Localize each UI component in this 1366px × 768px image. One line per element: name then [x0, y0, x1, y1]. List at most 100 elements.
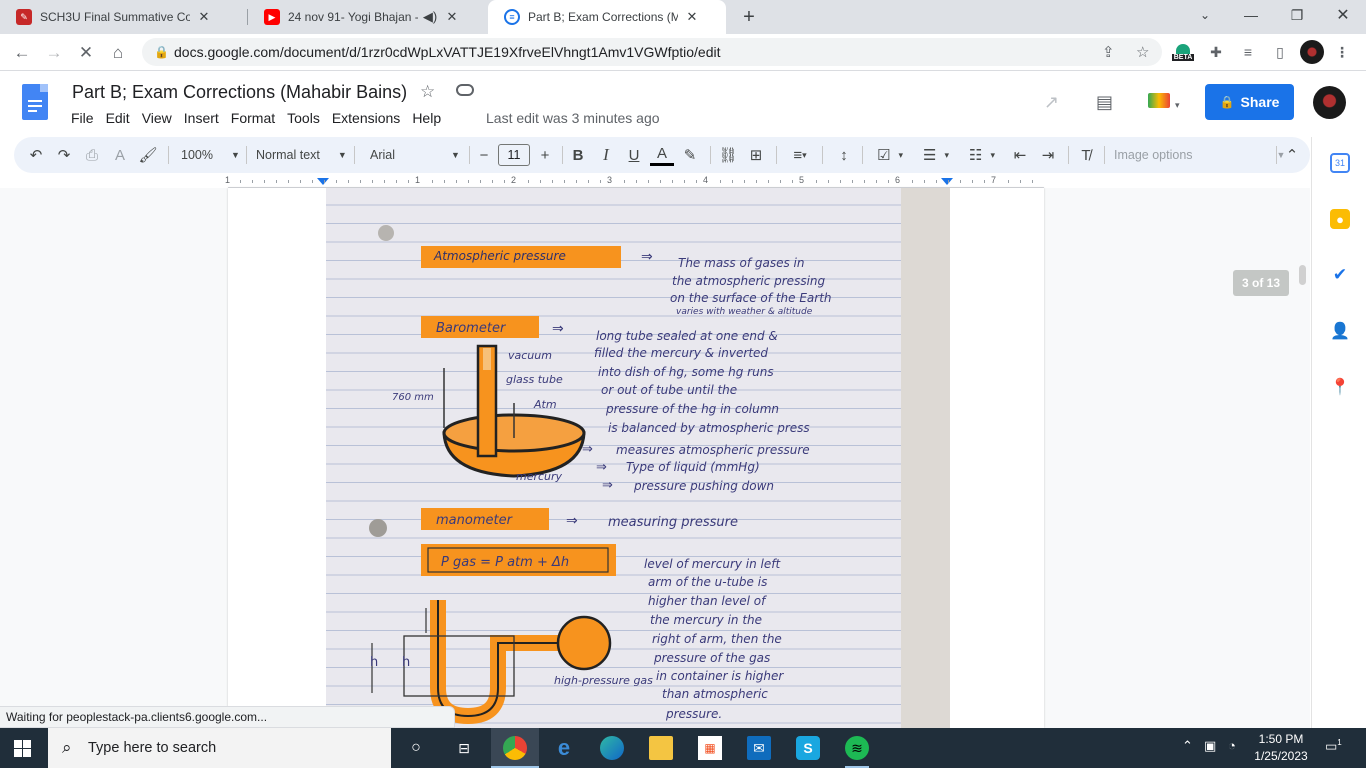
forward-button[interactable]: →: [40, 39, 68, 67]
tasks-icon[interactable]: ✔: [1330, 265, 1350, 285]
undo-icon[interactable]: ↶: [24, 144, 48, 166]
bold-button[interactable]: B: [566, 144, 590, 166]
menu-edit[interactable]: Edit: [106, 110, 130, 126]
chrome-menu-icon[interactable]: ⋮: [1330, 40, 1354, 64]
home-button[interactable]: ⌂: [104, 39, 132, 67]
tab-docs-active[interactable]: ≡ Part B; Exam Corrections (Mahabi ✕: [488, 0, 726, 34]
url-text[interactable]: docs.google.com/document/d/1rzr0cdWpLxVA…: [174, 44, 721, 60]
side-panel-icon[interactable]: ▯: [1268, 40, 1292, 64]
audio-icon[interactable]: ◀): [422, 9, 438, 25]
font-select[interactable]: Arial ▼: [370, 144, 460, 166]
redo-icon[interactable]: ↷: [52, 144, 76, 166]
text-color-button[interactable]: A: [650, 144, 674, 166]
taskbar-search-box[interactable]: ⌕ Type here to search: [48, 728, 391, 768]
new-tab-button[interactable]: +: [737, 5, 761, 29]
ie-taskbar-icon[interactable]: e: [552, 735, 576, 760]
underline-button[interactable]: U: [622, 144, 646, 166]
align-menu-icon[interactable]: ≡ ▾: [784, 144, 816, 166]
clear-formatting-icon[interactable]: T̸: [1074, 144, 1098, 166]
meet-icon[interactable]: ▾: [1148, 92, 1180, 113]
spotify-icon[interactable]: ≋: [845, 736, 869, 760]
decrease-font-size-button[interactable]: −: [474, 144, 494, 166]
menu-format[interactable]: Format: [231, 110, 275, 126]
extensions-puzzle-icon[interactable]: ✚: [1204, 40, 1228, 64]
numbered-list-icon[interactable]: ☷ ▾: [962, 144, 1002, 166]
checklist-icon[interactable]: ☑ ▾: [870, 144, 910, 166]
chrome-taskbar-icon[interactable]: [503, 736, 527, 760]
maps-icon[interactable]: 📍: [1330, 377, 1350, 397]
edge-taskbar-icon[interactable]: [600, 736, 624, 760]
cloud-status-icon[interactable]: [456, 84, 474, 96]
wifi-icon[interactable]: ◔: [1228, 738, 1236, 753]
activity-trend-icon[interactable]: ↗: [1044, 92, 1059, 113]
tab-youtube[interactable]: ▶ 24 nov 91- Yogi Bhajan - No ◀) ✕: [248, 0, 488, 34]
right-indent-marker[interactable]: [941, 178, 953, 185]
zoom-select[interactable]: 100% ▼: [181, 144, 240, 166]
skype-icon[interactable]: S: [796, 736, 820, 760]
share-button[interactable]: 🔒 Share: [1205, 84, 1294, 120]
increase-indent-icon[interactable]: ⇥: [1036, 144, 1060, 166]
highlight-color-icon[interactable]: ✎: [678, 144, 702, 166]
menu-view[interactable]: View: [142, 110, 172, 126]
close-window-button[interactable]: ✕: [1320, 0, 1366, 30]
notification-icon[interactable]: ▭1: [1325, 738, 1342, 754]
store-icon[interactable]: ▦: [698, 736, 722, 760]
insert-link-icon[interactable]: ⛓: [716, 144, 740, 166]
contacts-icon[interactable]: 👤: [1330, 321, 1350, 341]
beta-extension-icon[interactable]: BETA: [1171, 40, 1195, 64]
menu-tools[interactable]: Tools: [287, 110, 320, 126]
line-spacing-icon[interactable]: ↕: [832, 144, 856, 166]
tray-chevron-up-icon[interactable]: ⌃: [1182, 738, 1193, 754]
docs-logo-icon[interactable]: [22, 84, 48, 120]
style-select[interactable]: Normal text ▼: [256, 144, 347, 166]
share-page-icon[interactable]: ⇪: [1102, 43, 1115, 61]
lock-icon[interactable]: 🔒: [154, 45, 169, 59]
close-tab-icon[interactable]: ✕: [196, 9, 212, 25]
horizontal-ruler[interactable]: 1 1 2 3 4 5 6 7: [225, 174, 1044, 188]
stop-loading-button[interactable]: ✕: [72, 39, 100, 67]
bulleted-list-icon[interactable]: ☰ ▾: [916, 144, 956, 166]
comment-history-icon[interactable]: ▤: [1096, 92, 1113, 113]
font-size-input[interactable]: 11: [498, 144, 530, 166]
embedded-notes-image[interactable]: Atmospheric pressure ⇒ The mass of gases…: [326, 188, 950, 728]
tray-device-icon[interactable]: ▣: [1204, 738, 1216, 754]
account-avatar[interactable]: [1313, 86, 1346, 119]
tab-sch3u[interactable]: ✎ SCH3U Final Summative Concept ✕: [0, 0, 248, 34]
minimize-button[interactable]: —: [1228, 0, 1274, 30]
image-options-button[interactable]: Image options ▼: [1114, 144, 1285, 166]
scrollbar-thumb[interactable]: [1299, 265, 1306, 285]
cortana-icon[interactable]: ○: [404, 736, 428, 760]
paint-format-icon[interactable]: 🖌: [136, 144, 160, 166]
left-indent-marker[interactable]: [317, 178, 329, 185]
menu-insert[interactable]: Insert: [184, 110, 219, 126]
menu-extensions[interactable]: Extensions: [332, 110, 400, 126]
mail-icon[interactable]: ✉: [747, 736, 771, 760]
increase-font-size-button[interactable]: +: [534, 144, 556, 166]
menu-help[interactable]: Help: [412, 110, 441, 126]
profile-avatar-icon[interactable]: [1300, 40, 1324, 64]
add-comment-icon[interactable]: ⊞: [744, 144, 768, 166]
media-queue-icon[interactable]: ≡: [1236, 40, 1260, 64]
close-tab-icon[interactable]: ✕: [444, 9, 460, 25]
bookmark-star-icon[interactable]: ☆: [1136, 43, 1149, 61]
collapse-menus-icon[interactable]: ⌃: [1282, 144, 1302, 166]
back-button[interactable]: ←: [8, 39, 36, 67]
file-explorer-icon[interactable]: [649, 736, 673, 760]
calendar-icon[interactable]: 31: [1330, 153, 1350, 173]
italic-button[interactable]: I: [594, 144, 618, 166]
task-view-icon[interactable]: ⊟: [452, 736, 476, 760]
address-bar[interactable]: 🔒 docs.google.com/document/d/1rzr0cdWpLx…: [142, 38, 1162, 66]
close-tab-icon[interactable]: ✕: [684, 9, 700, 25]
restore-button[interactable]: ❐: [1274, 0, 1320, 30]
tab-search-icon[interactable]: ⌄: [1182, 0, 1228, 30]
keep-icon[interactable]: ●: [1330, 209, 1350, 229]
menu-file[interactable]: File: [71, 110, 94, 126]
last-edit-link[interactable]: Last edit was 3 minutes ago: [486, 110, 660, 126]
taskbar-clock[interactable]: 1:50 PM 1/25/2023: [1251, 731, 1311, 765]
print-icon[interactable]: ⎙: [80, 144, 104, 166]
document-title[interactable]: Part B; Exam Corrections (Mahabir Bains): [72, 82, 407, 103]
decrease-indent-icon[interactable]: ⇤: [1008, 144, 1032, 166]
star-icon[interactable]: ☆: [420, 82, 435, 102]
spellcheck-icon[interactable]: A: [108, 144, 132, 166]
windows-start-icon[interactable]: [14, 740, 32, 757]
